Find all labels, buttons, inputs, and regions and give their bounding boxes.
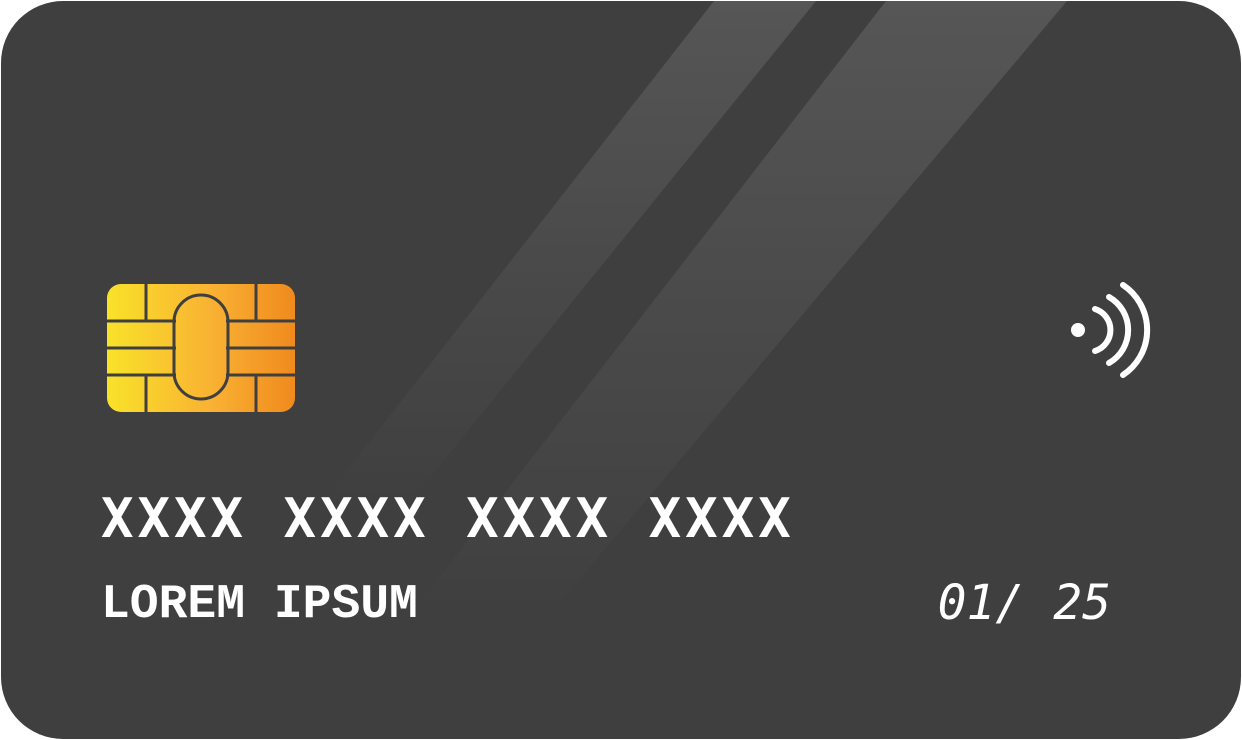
credit-card: XXXX XXXX XXXX XXXX LOREM IPSUM 01/ 25 [1,1,1241,739]
expiry-date: 01/ 25 [937,575,1111,631]
cardholder-name: LOREM IPSUM [101,578,418,632]
emv-chip-icon [106,283,296,413]
card-number: XXXX XXXX XXXX XXXX [101,487,795,550]
contactless-payment-icon [1071,282,1151,378]
